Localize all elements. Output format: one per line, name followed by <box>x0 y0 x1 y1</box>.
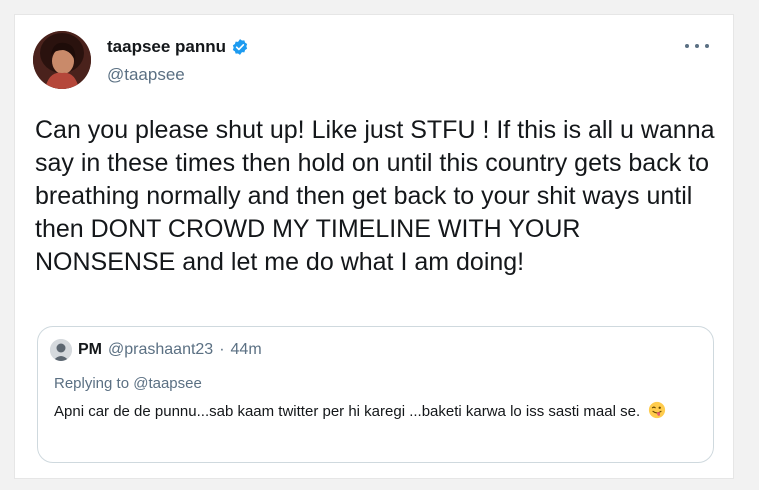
replying-to: Replying to @taapsee <box>54 375 202 392</box>
more-dot <box>695 44 699 48</box>
author-handle[interactable]: @taapsee <box>107 65 185 85</box>
quoted-tweet[interactable]: PM @prashaant23 · 44m Replying to @taaps… <box>37 326 714 463</box>
screenshot-frame: taapsee pannu @taapsee Can you please sh… <box>0 0 759 490</box>
quoted-author-avatar[interactable] <box>50 339 72 361</box>
replying-to-mention[interactable]: @taapsee <box>133 375 202 392</box>
author-name-row: taapsee pannu <box>107 37 249 57</box>
tweet-card[interactable]: taapsee pannu @taapsee Can you please sh… <box>14 14 734 479</box>
quoted-text-body: Apni car de de punnu...sab kaam twitter … <box>54 403 641 420</box>
quoted-timestamp[interactable]: 44m <box>231 341 262 359</box>
author-display-name[interactable]: taapsee pannu <box>107 37 226 57</box>
more-dot <box>685 44 689 48</box>
avatar-image <box>33 31 91 89</box>
quoted-tweet-header: PM @prashaant23 · 44m <box>50 339 262 361</box>
winking-face-with-tongue-emoji-icon <box>649 401 666 419</box>
author-avatar[interactable] <box>33 31 91 89</box>
quoted-author-name[interactable]: PM <box>78 341 102 359</box>
avatar-image <box>50 339 72 361</box>
more-dot <box>705 44 709 48</box>
more-options-icon[interactable] <box>685 39 709 53</box>
tweet-text: Can you please shut up! Like just STFU !… <box>35 116 715 276</box>
quoted-author-handle[interactable]: @prashaant23 <box>108 341 213 359</box>
quoted-tweet-text: Apni car de de punnu...sab kaam twitter … <box>54 401 699 423</box>
separator-dot: · <box>219 341 225 358</box>
replying-to-label: Replying to <box>54 375 130 392</box>
verified-badge-icon <box>232 39 248 55</box>
